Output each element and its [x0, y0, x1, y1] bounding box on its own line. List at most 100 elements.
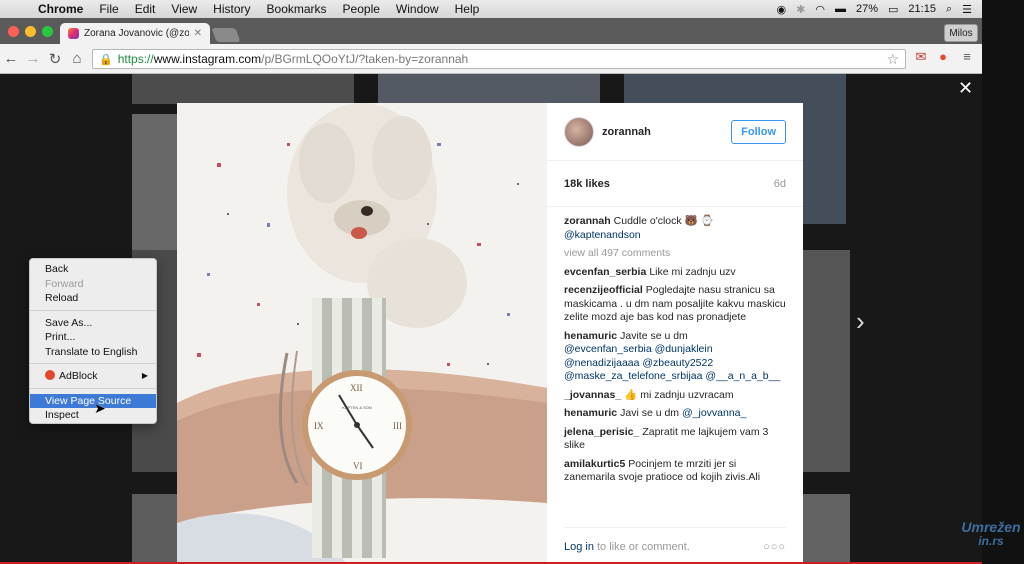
context-adblock[interactable]: AdBlock ▶ [30, 369, 156, 384]
post-age[interactable]: 6d [774, 178, 786, 190]
context-forward[interactable]: Forward [30, 277, 156, 292]
battery-icon[interactable]: ▭ [888, 3, 898, 16]
close-modal-icon[interactable]: ✕ [958, 78, 973, 99]
comment-mentions[interactable]: @_jovvanna_ [682, 407, 746, 419]
bookmark-star-icon[interactable]: ☆ [886, 51, 899, 68]
caption-mention[interactable]: @kaptenandson [564, 229, 641, 241]
comment-user[interactable]: henamuric [564, 407, 617, 419]
window-controls [8, 26, 53, 37]
context-save-as[interactable]: Save As... [30, 316, 156, 331]
menu-divider [30, 363, 156, 364]
comment: jelena_perisic_ Zapratit me lajkujem vam … [564, 426, 786, 453]
context-print[interactable]: Print... [30, 330, 156, 345]
spotlight-icon[interactable]: ⌕ [946, 3, 952, 16]
post-side-panel: zorannah Follow 18k likes 6d zorannah Cud… [547, 103, 803, 564]
adblock-icon [45, 370, 55, 380]
watermark-line1: Umrežen [961, 519, 1021, 535]
comment: recenzijeofficial Pogledajte nasu stranic… [564, 284, 786, 325]
flag-icon[interactable]: ▬ [835, 3, 846, 15]
comment-text: Javite se u dm [620, 329, 688, 342]
menu-help[interactable]: Help [447, 2, 488, 16]
bluetooth-icon[interactable]: ✱ [796, 3, 805, 16]
gmail-extension-icon[interactable]: ✉ [912, 49, 930, 67]
menu-people[interactable]: People [335, 2, 388, 16]
next-post-arrow-icon[interactable]: › [856, 306, 865, 337]
screen-edge [982, 0, 1024, 564]
notification-center-icon[interactable]: ☰ [962, 3, 972, 16]
close-window-button[interactable] [8, 26, 19, 37]
comment: amilakurtic5 Pocinjem te mrziti jer si za… [564, 458, 786, 485]
context-menu: Back Forward Reload Save As... Print... … [29, 258, 157, 424]
context-view-page-source[interactable]: View Page Source [30, 393, 156, 408]
caption: zorannah Cuddle o'clock 🐻 ⌚ @kaptenandson [564, 215, 786, 242]
clock[interactable]: 21:15 [908, 3, 936, 15]
comment-user[interactable]: evcenfan_serbia [564, 266, 646, 278]
context-adblock-label: AdBlock [59, 370, 98, 382]
record-icon[interactable]: ◉ [777, 3, 787, 16]
url-host: www.instagram.com [153, 52, 262, 66]
comment-text: Like mi zadnju uzv [649, 265, 736, 278]
watch-emoji-icon: ⌚ [697, 215, 714, 227]
comment-mentions[interactable]: @evcenfan_serbia @dunjaklein @nenadizija… [564, 343, 780, 382]
watch-numeral-iii: III [393, 421, 402, 431]
menu-window[interactable]: Window [388, 2, 447, 16]
menu-edit[interactable]: Edit [127, 2, 164, 16]
home-icon[interactable]: ⌂ [66, 50, 88, 67]
post-photo[interactable]: XII VI IX III KAPTEN & SON [177, 103, 547, 564]
comment: henamuric Javi se u dm @_jovvanna_ [564, 407, 786, 421]
comment-user[interactable]: jelena_perisic_ [564, 426, 639, 438]
post-username[interactable]: zorannah [602, 126, 651, 138]
tab-close-icon[interactable]: ✕ [194, 28, 202, 39]
mouse-cursor-icon: ➤ [94, 400, 106, 416]
reload-icon[interactable]: ↻ [44, 50, 66, 68]
browser-toolbar: ← → ↻ ⌂ 🔒 https:// www.instagram.com /p/… [0, 44, 982, 74]
wifi-icon[interactable]: ◠ [815, 3, 825, 16]
battery-percent[interactable]: 27% [856, 3, 878, 15]
menu-view[interactable]: View [163, 2, 205, 16]
adblock-extension-icon[interactable]: ● [934, 49, 952, 67]
back-icon[interactable]: ← [0, 50, 22, 67]
status-area: ◉ ✱ ◠ ▬ 27% ▭ 21:15 ⌕ ☰ [777, 3, 982, 16]
menu-file[interactable]: File [91, 2, 126, 16]
minimize-window-button[interactable] [25, 26, 36, 37]
submenu-arrow-icon: ▶ [141, 371, 148, 380]
menu-history[interactable]: History [205, 2, 258, 16]
view-all-comments-link[interactable]: view all 497 comments [564, 247, 786, 261]
menu-app-name[interactable]: Chrome [30, 2, 91, 16]
forward-icon[interactable]: → [22, 50, 44, 67]
comment-user[interactable]: recenzijeofficial [564, 284, 643, 296]
caption-user[interactable]: zorannah [564, 215, 611, 227]
tab-instagram[interactable]: Zorana Jovanovic (@zoran ✕ [60, 23, 210, 44]
comment-user[interactable]: _jovannas_ [564, 389, 621, 401]
context-back[interactable]: Back [30, 262, 156, 277]
comment: _jovannas_ 👍 mi zadnju uzvracam [564, 389, 786, 403]
follow-button[interactable]: Follow [731, 119, 786, 144]
context-translate[interactable]: Translate to English [30, 345, 156, 360]
login-link[interactable]: Log in [564, 541, 594, 553]
watermark-line2: in.rs [978, 534, 1004, 548]
post-footer: Log in to like or comment. ○○○ [564, 527, 786, 553]
watch-numeral-vi: VI [353, 461, 363, 471]
zoom-window-button[interactable] [42, 26, 53, 37]
address-bar[interactable]: 🔒 https:// www.instagram.com /p/BGrmLQOo… [92, 49, 906, 69]
post-header: zorannah Follow [547, 103, 803, 161]
context-reload[interactable]: Reload [30, 291, 156, 306]
watch-numeral-ix: IX [314, 421, 324, 431]
photo-illustration: XII VI IX III KAPTEN & SON [177, 103, 547, 564]
new-tab-button[interactable] [211, 28, 241, 42]
chrome-menu-icon[interactable]: ≡ [958, 49, 976, 67]
menu-bookmarks[interactable]: Bookmarks [259, 2, 335, 16]
instagram-favicon-icon [68, 28, 79, 39]
lock-icon[interactable]: 🔒 [99, 53, 113, 66]
avatar[interactable] [564, 116, 594, 147]
menu-divider [30, 309, 156, 311]
profile-button[interactable]: Milos [944, 24, 978, 42]
comment-text: Javi se u dm [620, 407, 680, 419]
watermark: Umrežen in.rs [958, 520, 1024, 548]
context-inspect[interactable]: Inspect [30, 408, 156, 423]
likes-count[interactable]: 18k likes [564, 178, 610, 190]
more-options-icon[interactable]: ○○○ [763, 541, 786, 553]
url-path: /p/BGrmLQOoYtJ/?taken-by=zorannah [261, 52, 469, 66]
comment-user[interactable]: henamuric [564, 330, 617, 342]
comment-user[interactable]: amilakurtic5 [564, 458, 625, 470]
